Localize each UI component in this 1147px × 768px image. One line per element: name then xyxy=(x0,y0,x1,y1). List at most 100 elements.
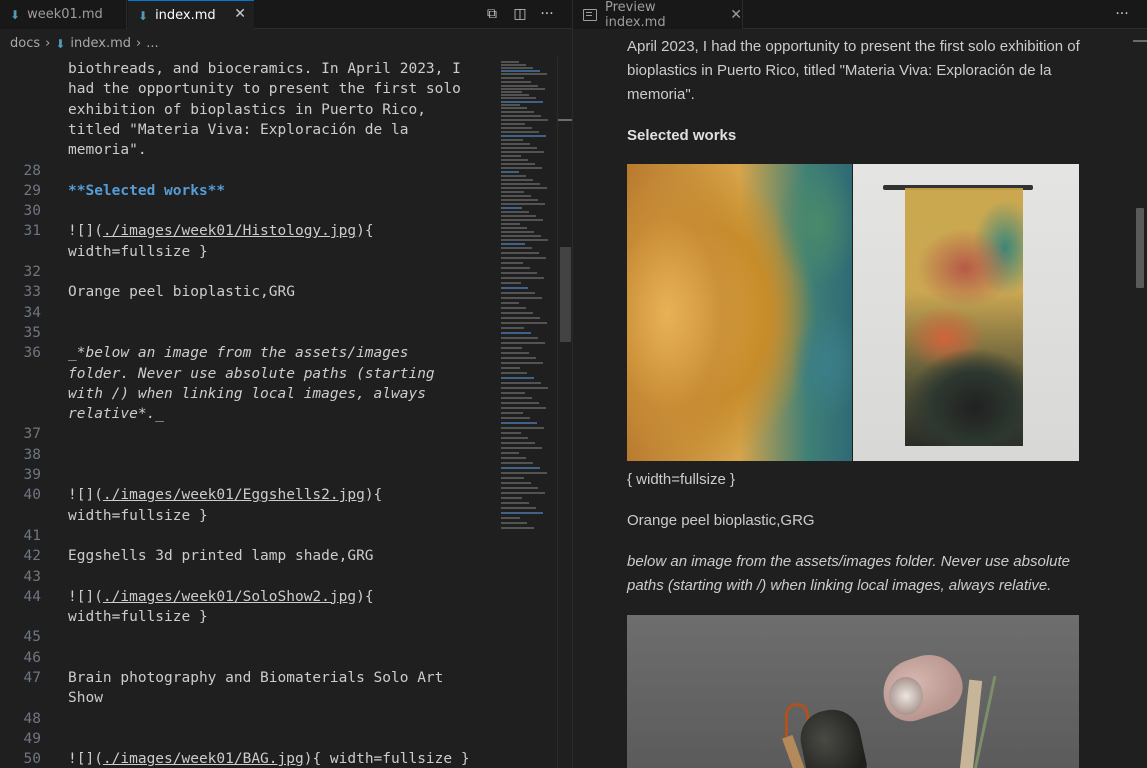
scrollbar-thumb[interactable] xyxy=(1136,208,1144,288)
minimap-line xyxy=(501,422,537,424)
code-line[interactable]: width=fullsize } xyxy=(0,607,497,627)
tab-preview-index-md[interactable]: Preview index.md ✕ xyxy=(573,0,743,30)
minimap-line xyxy=(501,88,545,90)
code-line[interactable]: memoria". xyxy=(0,140,497,160)
image-link-path[interactable]: ./images/week01/SoloShow2.jpg xyxy=(103,589,356,605)
code-line[interactable]: 31 ![](./images/week01/Histology.jpg){ xyxy=(0,221,497,241)
tab-index-md[interactable]: ⬇ index.md ✕ xyxy=(128,0,254,30)
breadcrumb-file[interactable]: index.md xyxy=(70,36,131,51)
code-line[interactable]: relative*._ xyxy=(0,404,497,424)
code-line[interactable]: 41 xyxy=(0,526,497,546)
line-number: 30 xyxy=(23,203,41,220)
image-link-path[interactable]: ./images/week01/Histology.jpg xyxy=(103,223,356,239)
minimap-line xyxy=(501,272,537,274)
code-line[interactable]: 28 xyxy=(0,161,497,181)
minimap-line xyxy=(501,267,530,269)
image-link-path[interactable]: ./images/week01/BAG.jpg xyxy=(103,751,304,767)
code-line[interactable]: 32 xyxy=(0,262,497,282)
minimap-line xyxy=(501,104,520,106)
code-line[interactable]: width=fullsize } xyxy=(0,506,497,526)
line-number: 42 xyxy=(23,548,41,565)
minimap-line xyxy=(501,183,540,185)
close-icon[interactable]: ✕ xyxy=(234,6,246,22)
minimap-line xyxy=(501,412,523,414)
markdown-syntax: ){ xyxy=(364,487,383,504)
split-editor-icon[interactable]: ◫ xyxy=(511,5,529,23)
code-line[interactable]: 40 ![](./images/week01/Eggshells2.jpg){ xyxy=(0,485,497,505)
code-line[interactable]: 47 Brain photography and Biomaterials Sol… xyxy=(0,668,497,688)
code-line[interactable]: Show xyxy=(0,688,497,708)
line-number: 32 xyxy=(23,264,41,280)
breadcrumb-folder-docs[interactable]: docs xyxy=(10,36,40,51)
minimap-line xyxy=(501,207,522,209)
code-text: Brain photography and Biomaterials Solo … xyxy=(68,670,444,686)
more-actions-icon[interactable]: ··· xyxy=(538,5,556,23)
code-line[interactable]: 37 xyxy=(0,424,497,444)
more-actions-icon[interactable]: ··· xyxy=(1113,5,1131,23)
code-line[interactable]: 36 _*below an image from the assets/image… xyxy=(0,343,497,363)
eggshells-lamp-image xyxy=(627,615,1079,768)
minimap[interactable] xyxy=(497,57,557,768)
code-line[interactable]: 29 **Selected works** xyxy=(0,181,497,201)
code-line[interactable]: with /) when linking local images, alway… xyxy=(0,384,497,404)
code-line[interactable]: width=fullsize } xyxy=(0,242,497,262)
code-line[interactable]: 39 xyxy=(0,465,497,485)
preview-vertical-scrollbar[interactable] xyxy=(1133,30,1147,768)
code-line[interactable]: 34 xyxy=(0,303,497,323)
line-number: 37 xyxy=(23,426,41,443)
open-preview-to-side-icon[interactable]: ⧉ xyxy=(483,5,501,23)
editor-vertical-scrollbar[interactable] xyxy=(557,57,572,768)
code-text: Show xyxy=(68,690,103,707)
code-text: width=fullsize } xyxy=(68,507,208,524)
minimap-line xyxy=(501,392,525,394)
code-text: titled "Materia Viva: Exploración de la xyxy=(68,121,409,138)
minimap-line xyxy=(501,362,543,364)
minimap-line xyxy=(501,85,538,87)
close-icon[interactable]: ✕ xyxy=(730,7,742,23)
minimap-line xyxy=(501,167,542,169)
markdown-syntax: ![]( xyxy=(68,751,103,768)
pink-lamp-shade xyxy=(874,646,970,728)
minimap-line xyxy=(501,67,533,69)
code-line[interactable]: 43 xyxy=(0,567,497,587)
minimap-line xyxy=(501,407,546,409)
markdown-syntax: ){ xyxy=(356,223,374,240)
code-line[interactable]: 30 xyxy=(0,201,497,221)
line-number: 29 xyxy=(23,182,41,199)
minimap-line xyxy=(501,211,529,213)
minimap-line xyxy=(501,179,533,181)
minimap-line xyxy=(501,219,543,221)
code-line[interactable]: 49 xyxy=(0,729,497,749)
code-line[interactable]: 46 xyxy=(0,648,497,668)
code-line[interactable]: 33 Orange peel bioplastic,GRG xyxy=(0,282,497,302)
code-line[interactable]: 50 ![](./images/week01/BAG.jpg){ width=fu… xyxy=(0,749,497,768)
minimap-line xyxy=(501,467,540,469)
code-line[interactable]: had the opportunity to present the first… xyxy=(0,79,497,99)
code-line[interactable]: exhibition of bioplastics in Puerto Rico… xyxy=(0,100,497,120)
code-line[interactable]: 48 xyxy=(0,709,497,729)
code-editor[interactable]: biothreads, and bioceramics. In April 20… xyxy=(0,57,497,768)
minimap-line xyxy=(501,187,547,189)
minimap-line xyxy=(501,277,544,279)
code-line[interactable]: titled "Materia Viva: Exploración de la xyxy=(0,120,497,140)
code-line[interactable]: 38 xyxy=(0,445,497,465)
code-line[interactable]: folder. Never use absolute paths (starti… xyxy=(0,364,497,384)
code-line[interactable]: 35 xyxy=(0,323,497,343)
minimap-line xyxy=(501,70,540,72)
breadcrumb-separator: › xyxy=(45,36,51,51)
image-link-path[interactable]: ./images/week01/Eggshells2.jpg xyxy=(103,487,365,503)
bioplastic-cloth xyxy=(905,188,1023,446)
histology-image xyxy=(627,164,1079,461)
minimap-line xyxy=(501,447,542,449)
minimap-line xyxy=(501,191,524,193)
code-line[interactable]: biothreads, and bioceramics. In April 20… xyxy=(0,59,497,79)
minimap-line xyxy=(501,159,528,161)
breadcrumb-symbols[interactable]: ... xyxy=(146,36,158,51)
scrollbar-thumb[interactable] xyxy=(560,247,571,342)
code-line[interactable]: 42 Eggshells 3d printed lamp shade,GRG xyxy=(0,546,497,566)
code-line[interactable]: 45 xyxy=(0,627,497,647)
code-line[interactable]: 44 ![](./images/week01/SoloShow2.jpg){ xyxy=(0,587,497,607)
tab-week01-md[interactable]: ⬇ week01.md xyxy=(0,0,127,29)
scrollbar-cursor-marker xyxy=(558,119,572,121)
minimap-line xyxy=(501,377,534,379)
